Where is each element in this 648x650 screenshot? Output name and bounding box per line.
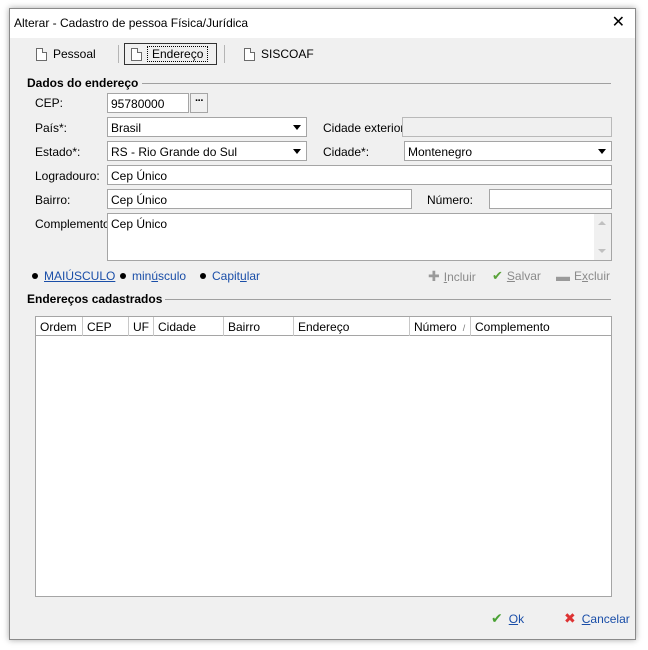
document-icon: [244, 47, 255, 61]
dialog-window: Alterar - Cadastro de pessoa Física/Jurí…: [9, 8, 636, 640]
chevron-down-icon[interactable]: [288, 142, 306, 160]
cep-label: CEP:: [35, 96, 64, 110]
pais-value: Brasil: [111, 121, 142, 135]
textarea-scrollbar[interactable]: [594, 214, 611, 260]
chevron-down-icon[interactable]: [593, 142, 611, 160]
close-icon[interactable]: ✕: [612, 13, 625, 33]
tab-label: Endereço: [146, 46, 209, 62]
complemento-value: Cep Único: [111, 217, 168, 231]
excluir-label: Excluir: [574, 269, 611, 283]
tab-separator: [118, 45, 119, 63]
option-capitular[interactable]: Capitular: [200, 269, 260, 283]
salvar-label: Salvar: [506, 269, 541, 283]
excluir-button[interactable]: ▬ Excluir: [556, 268, 610, 284]
tab-strip: Pessoal Endereço SISCOAF: [10, 43, 635, 67]
check-icon: ✔: [492, 268, 503, 283]
column-header-complemento[interactable]: Complemento: [471, 317, 611, 336]
x-icon: ✖: [564, 610, 576, 626]
scroll-up-icon[interactable]: [598, 221, 606, 225]
pais-select[interactable]: Brasil: [107, 117, 307, 137]
column-header-cidade[interactable]: Cidade: [154, 317, 224, 336]
option-label: Capitular: [212, 269, 261, 283]
option-maiusculo[interactable]: MAIÚSCULO: [32, 269, 115, 283]
list-section-title: Endereços cadastrados: [27, 292, 163, 306]
title-bar: Alterar - Cadastro de pessoa Física/Jurí…: [10, 9, 635, 38]
document-icon: [131, 47, 142, 61]
pais-label: País*:: [35, 121, 68, 135]
cidade-exterior-input[interactable]: [402, 117, 612, 137]
minus-icon: ▬: [556, 268, 570, 284]
section-divider: [142, 83, 611, 84]
ok-button[interactable]: ✔ Ok: [491, 610, 524, 627]
plus-icon: ✚: [428, 268, 440, 284]
column-header-ordem[interactable]: Ordem: [36, 317, 83, 336]
complemento-label: Complemento:: [35, 217, 114, 231]
incluir-label: Incluir: [443, 269, 476, 284]
estado-select[interactable]: RS - Rio Grande do Sul: [107, 141, 307, 161]
complemento-textarea[interactable]: Cep Único: [107, 213, 612, 261]
column-header-uf[interactable]: UF: [129, 317, 154, 336]
cidade-select[interactable]: Montenegro: [404, 141, 612, 161]
estado-label: Estado*:: [35, 145, 81, 159]
radio-bullet-icon: [32, 273, 38, 279]
cancel-button[interactable]: ✖ Cancelar: [564, 610, 630, 627]
bairro-label: Bairro:: [35, 193, 71, 207]
column-header-numero[interactable]: Número /: [410, 317, 471, 336]
numero-label: Número:: [427, 193, 474, 207]
window-title: Alterar - Cadastro de pessoa Física/Jurí…: [14, 16, 249, 30]
document-icon: [36, 47, 47, 61]
ok-label: Ok: [508, 611, 525, 626]
tab-separator: [224, 45, 225, 63]
column-header-cep[interactable]: CEP: [83, 317, 129, 336]
option-minusculo[interactable]: minúsculo: [120, 269, 186, 283]
tab-siscoaf[interactable]: SISCOAF: [238, 43, 320, 65]
sort-indicator-icon: /: [462, 323, 466, 333]
tab-label: SISCOAF: [261, 47, 314, 61]
radio-bullet-icon: [120, 273, 126, 279]
addresses-grid[interactable]: Ordem CEP UF Cidade Bairro Endereço Núme…: [35, 316, 612, 597]
cidade-value: Montenegro: [408, 145, 473, 159]
section-divider: [165, 299, 611, 300]
numero-input[interactable]: [489, 189, 612, 209]
estado-value: RS - Rio Grande do Sul: [111, 145, 238, 159]
scroll-down-icon[interactable]: [598, 249, 606, 253]
bairro-input[interactable]: Cep Único: [107, 189, 412, 209]
tab-pessoal[interactable]: Pessoal: [30, 43, 102, 65]
cep-search-button[interactable]: ···: [190, 93, 208, 113]
chevron-down-icon[interactable]: [288, 118, 306, 136]
radio-bullet-icon: [200, 273, 206, 279]
salvar-button[interactable]: ✔ Salvar: [492, 268, 541, 284]
logradouro-label: Logradouro:: [35, 169, 100, 183]
tab-endereco[interactable]: Endereço: [124, 43, 217, 65]
option-label: minúsculo: [132, 269, 187, 283]
cidade-label: Cidade*:: [323, 145, 370, 159]
option-label: MAIÚSCULO: [44, 269, 116, 283]
column-header-bairro[interactable]: Bairro: [224, 317, 294, 336]
check-icon: ✔: [491, 610, 503, 626]
incluir-button[interactable]: ✚ Incluir: [428, 268, 476, 285]
cidade-exterior-label: Cidade exterior:: [323, 121, 408, 135]
address-section-title: Dados do endereço: [27, 76, 139, 90]
cancel-label: Cancelar: [581, 611, 630, 626]
cep-input[interactable]: 95780000: [107, 93, 189, 113]
grid-header: Ordem CEP UF Cidade Bairro Endereço Núme…: [36, 317, 611, 336]
tab-label: Pessoal: [53, 47, 96, 61]
column-header-endereco[interactable]: Endereço: [294, 317, 410, 336]
column-label: Número: [414, 320, 457, 334]
logradouro-input[interactable]: Cep Único: [107, 165, 612, 185]
